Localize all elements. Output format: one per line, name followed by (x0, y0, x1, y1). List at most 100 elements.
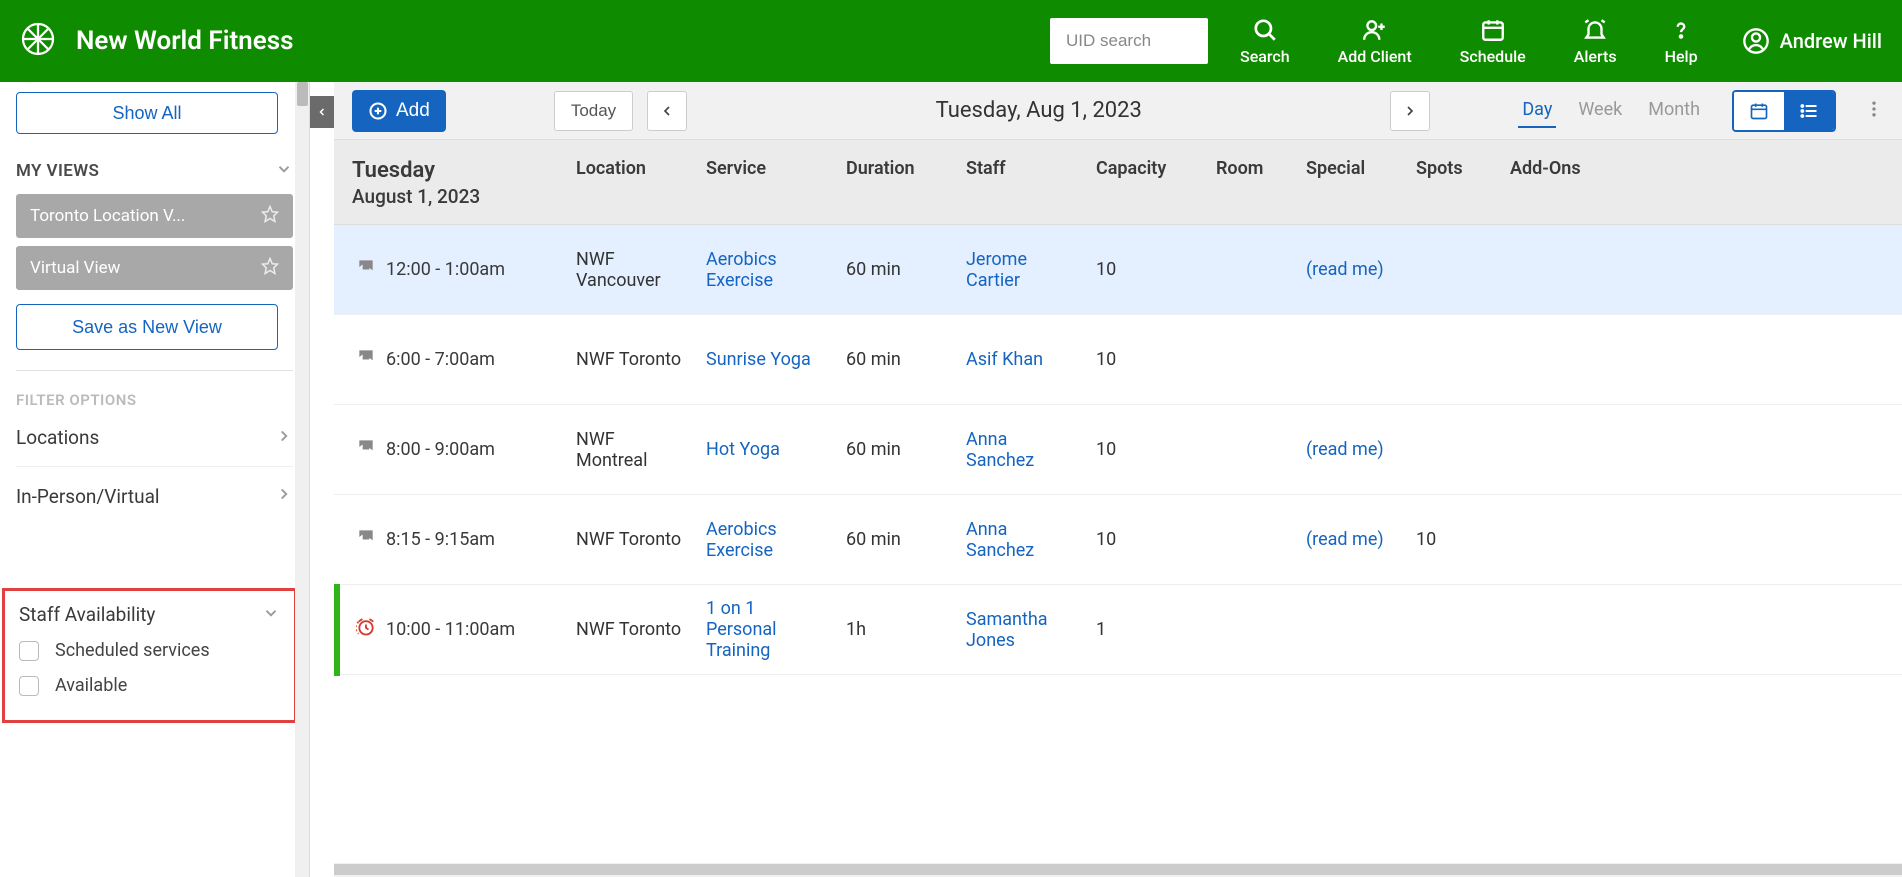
cell-time: 8:15 - 9:15am (334, 527, 566, 552)
cell-time: 12:00 - 1:00am (334, 257, 566, 282)
time-text: 12:00 - 1:00am (386, 259, 505, 280)
tab-month[interactable]: Month (1644, 93, 1704, 128)
user-name: Andrew Hill (1780, 29, 1882, 53)
cell-staff[interactable]: Anna Sanchez (956, 429, 1086, 471)
day-subtitle: August 1, 2023 (352, 185, 556, 208)
recurring-icon (356, 347, 376, 372)
horizontal-scrollbar[interactable] (334, 863, 1902, 877)
col-header-addons: Add-Ons (1500, 158, 1596, 208)
cell-duration: 60 min (836, 349, 956, 370)
my-views-header[interactable]: MY VIEWS (16, 160, 293, 182)
checkbox-scheduled-services[interactable]: Scheduled services (19, 640, 280, 661)
table-row[interactable]: 8:00 - 9:00amNWF MontrealHot Yoga60 minA… (334, 405, 1902, 495)
scrollbar-thumb[interactable] (297, 82, 308, 106)
today-button[interactable]: Today (554, 91, 633, 131)
divider (16, 370, 293, 371)
tab-day[interactable]: Day (1518, 93, 1556, 128)
cell-staff[interactable]: Jerome Cartier (956, 249, 1086, 291)
cell-location: NWF Toronto (566, 529, 696, 550)
staff-availability-section: Staff Availability Scheduled services Av… (2, 588, 297, 723)
star-icon[interactable] (261, 205, 279, 228)
calendar-view-button[interactable] (1734, 92, 1784, 130)
cell-duration: 1h (836, 619, 956, 640)
col-header-room: Room (1206, 158, 1296, 208)
time-text: 8:15 - 9:15am (386, 529, 495, 550)
sidebar-collapse-handle[interactable] (310, 96, 334, 128)
nav-add-client-label: Add Client (1338, 47, 1412, 66)
cell-duration: 60 min (836, 439, 956, 460)
filter-inperson-virtual[interactable]: In-Person/Virtual (16, 467, 293, 525)
add-button[interactable]: Add (352, 90, 446, 132)
prev-day-button[interactable] (647, 91, 687, 131)
table-row[interactable]: 12:00 - 1:00am NWF VancouverAerobics Exer… (334, 225, 1902, 315)
table-row[interactable]: 8:15 - 9:15am NWF TorontoAerobics Exercis… (334, 495, 1902, 585)
cell-special[interactable]: (read me) (1296, 439, 1406, 460)
cell-duration: 60 min (836, 259, 956, 280)
col-header-capacity: Capacity (1086, 158, 1206, 208)
cell-service[interactable]: Aerobics Exercise (696, 519, 836, 561)
brand-icon (20, 21, 56, 61)
table-row[interactable]: 6:00 - 7:00am NWF TorontoSunrise Yoga60 m… (334, 315, 1902, 405)
table-header-row: Tuesday August 1, 2023 Location Service … (334, 140, 1902, 225)
user-menu[interactable]: Andrew Hill (1742, 27, 1882, 55)
brand-title: New World Fitness (76, 26, 293, 56)
cell-service[interactable]: 1 on 1 Personal Training (696, 598, 836, 661)
nav-schedule[interactable]: Schedule (1456, 11, 1530, 72)
recurring-icon (356, 527, 376, 552)
chevron-down-icon (275, 160, 293, 182)
list-view-button[interactable] (1784, 92, 1834, 130)
col-header-staff: Staff (956, 158, 1086, 208)
cell-service[interactable]: Sunrise Yoga (696, 349, 836, 370)
time-text: 10:00 - 11:00am (386, 619, 515, 640)
sidebar: Show All MY VIEWS Toronto Location V... … (0, 82, 310, 877)
filter-options-label: FILTER OPTIONS (16, 391, 293, 409)
save-view-button[interactable]: Save as New View (16, 304, 278, 350)
workspace: Show All MY VIEWS Toronto Location V... … (0, 82, 1902, 877)
col-header-service: Service (696, 158, 836, 208)
recurring-icon (356, 437, 376, 462)
checkbox-icon[interactable] (19, 676, 39, 696)
view-item-label: Toronto Location V... (30, 206, 185, 226)
recurring-icon (356, 257, 376, 282)
nav-search[interactable]: Search (1236, 11, 1294, 72)
col-header-location: Location (566, 158, 696, 208)
more-options-button[interactable] (1864, 99, 1884, 123)
sidebar-scrollbar[interactable] (295, 82, 309, 877)
checkbox-icon[interactable] (19, 641, 39, 661)
next-day-button[interactable] (1390, 91, 1430, 131)
tab-week[interactable]: Week (1574, 93, 1626, 128)
chevron-right-icon (275, 485, 293, 507)
cell-staff[interactable]: Samantha Jones (956, 609, 1086, 651)
filter-locations[interactable]: Locations (16, 409, 293, 467)
uid-search-input[interactable] (1050, 18, 1208, 64)
cell-location: NWF Vancouver (566, 249, 696, 291)
cell-capacity: 10 (1086, 349, 1206, 370)
nav-help[interactable]: Help (1661, 11, 1702, 72)
cell-special[interactable]: (read me) (1296, 259, 1406, 280)
scrollbar-thumb[interactable] (334, 864, 1902, 875)
time-text: 6:00 - 7:00am (386, 349, 495, 370)
staff-availability-header[interactable]: Staff Availability (19, 603, 280, 626)
star-icon[interactable] (261, 257, 279, 280)
show-all-button[interactable]: Show All (16, 92, 278, 134)
sidebar-view-item[interactable]: Toronto Location V... (16, 194, 293, 238)
nav-add-client[interactable]: Add Client (1334, 11, 1416, 72)
sidebar-view-item[interactable]: Virtual View (16, 246, 293, 290)
cell-time: 10:00 - 11:00am (334, 617, 566, 642)
col-header-day: Tuesday August 1, 2023 (334, 158, 566, 208)
cell-location: NWF Toronto (566, 349, 696, 370)
schedule-toolbar: Add Today Tuesday, Aug 1, 2023 Day Week … (334, 82, 1902, 140)
checkbox-available[interactable]: Available (19, 675, 280, 696)
schedule-table: Tuesday August 1, 2023 Location Service … (334, 140, 1902, 863)
table-row[interactable]: 10:00 - 11:00amNWF Toronto1 on 1 Persona… (334, 585, 1902, 675)
cell-service[interactable]: Hot Yoga (696, 439, 836, 460)
cell-special[interactable]: (read me) (1296, 529, 1406, 550)
cell-staff[interactable]: Asif Khan (956, 349, 1086, 370)
filter-inperson-label: In-Person/Virtual (16, 485, 160, 508)
nav-alerts[interactable]: Alerts (1570, 11, 1621, 72)
chevron-right-icon (275, 427, 293, 449)
checkbox-label: Scheduled services (55, 640, 210, 661)
time-text: 8:00 - 9:00am (386, 439, 495, 460)
cell-service[interactable]: Aerobics Exercise (696, 249, 836, 291)
cell-staff[interactable]: Anna Sanchez (956, 519, 1086, 561)
